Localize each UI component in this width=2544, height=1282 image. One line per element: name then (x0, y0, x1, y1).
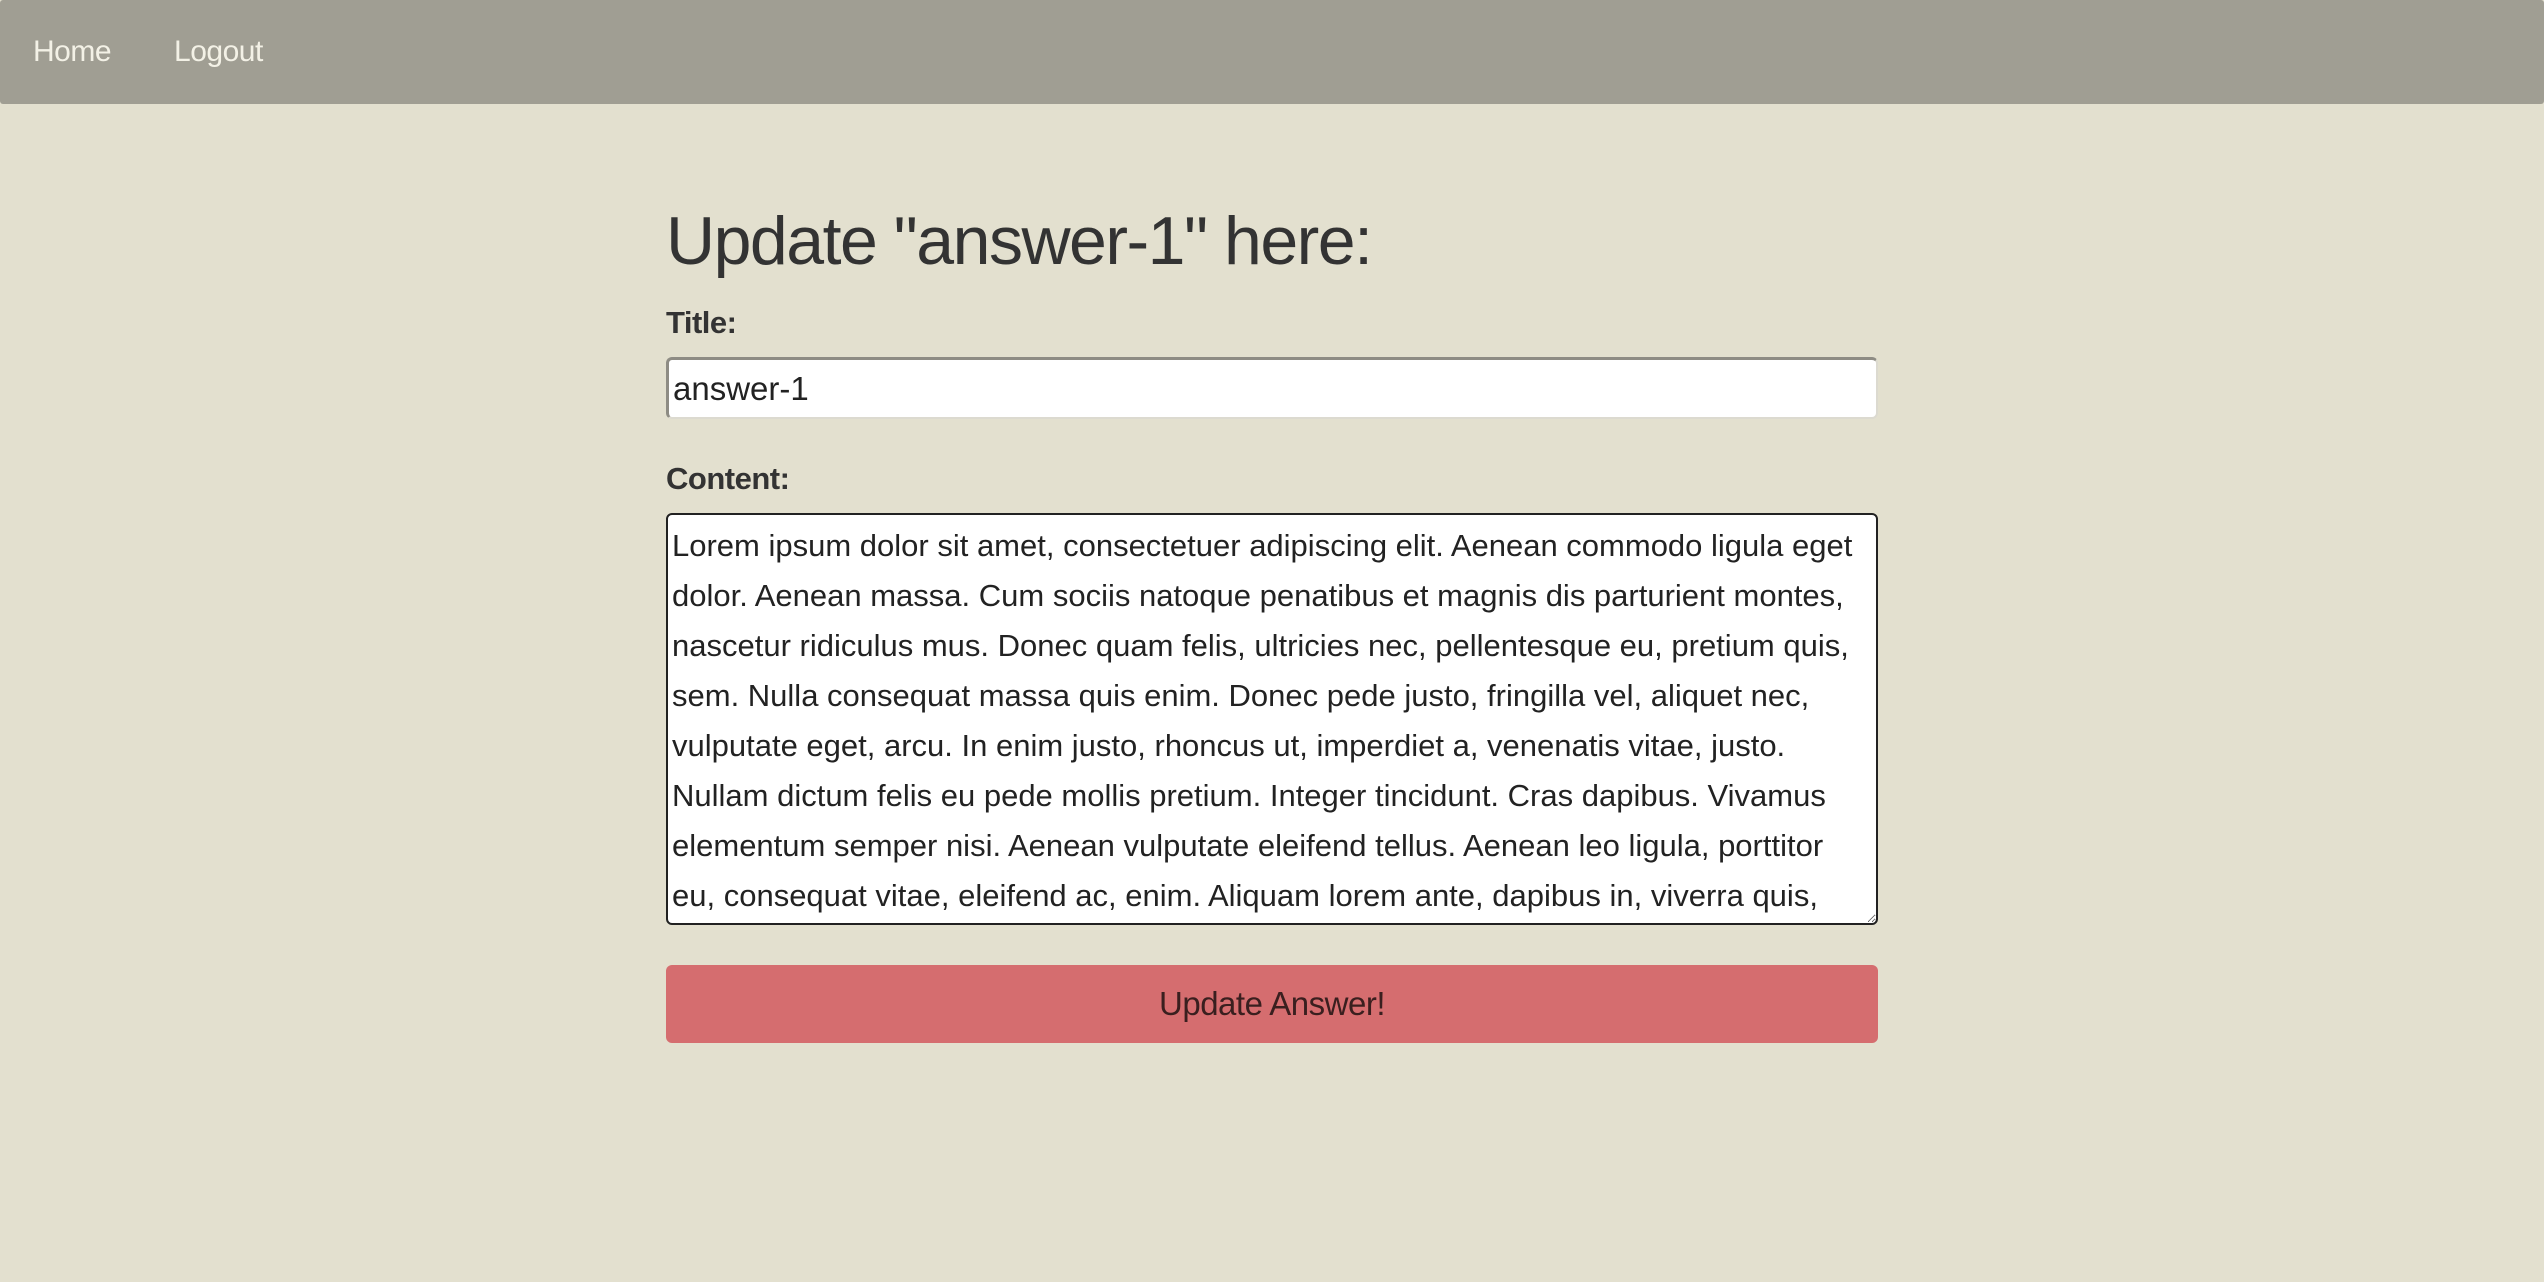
nav-home-link[interactable]: Home (33, 35, 112, 69)
update-answer-form: Update "answer-1" here: Title: Content: … (666, 190, 1878, 1043)
title-input[interactable] (666, 357, 1878, 419)
page-heading: Update "answer-1" here: (666, 203, 1373, 279)
update-answer-button[interactable]: Update Answer! (666, 965, 1878, 1043)
nav-logout-link[interactable]: Logout (174, 35, 263, 69)
content-textarea[interactable]: Lorem ipsum dolor sit amet, consectetuer… (666, 513, 1878, 925)
content-label: Content: (666, 461, 790, 496)
top-navbar: Home Logout (0, 0, 2544, 104)
title-label: Title: (666, 305, 737, 340)
